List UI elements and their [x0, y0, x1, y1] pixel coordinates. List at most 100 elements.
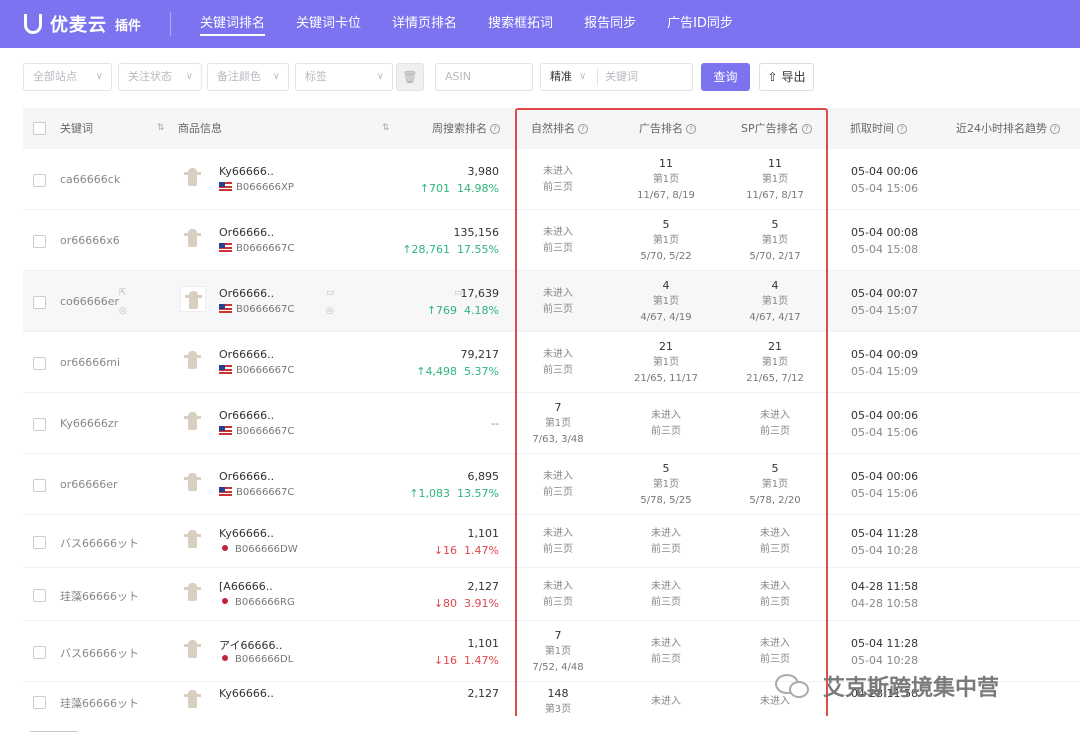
table-row[interactable]: バス66666ット Ky66666.. B066666DW 1,101 ↓16 1.47…	[23, 515, 1080, 568]
product-title[interactable]: Or66666..	[219, 226, 274, 239]
keyword-text[interactable]: ca66666ck	[60, 173, 120, 186]
keyword-text[interactable]: Ky66666zr	[60, 417, 118, 430]
rank-change: ↓16 1.47%	[434, 544, 499, 557]
product-thumbnail[interactable]	[180, 686, 206, 712]
product-asin[interactable]: B0666667C	[219, 426, 294, 437]
row-checkbox[interactable]	[33, 589, 46, 602]
product-thumbnail[interactable]	[180, 347, 206, 373]
rank-change-pct: 13.57%	[457, 487, 499, 500]
product-thumbnail[interactable]	[180, 286, 206, 312]
field-divider	[597, 68, 598, 86]
product-asin[interactable]: B066666XP	[219, 182, 294, 193]
table-row[interactable]: or66666x6 Or66666.. B0666667C 135,156 ↑28,76…	[23, 210, 1080, 271]
row-checkbox[interactable]	[33, 696, 46, 709]
product-title[interactable]: Ky66666..	[219, 527, 274, 540]
product-thumbnail[interactable]	[180, 526, 206, 552]
ad-rank-line: 5/78, 5/25	[640, 495, 692, 506]
table-row[interactable]: ca66666ck Ky66666.. B066666XP 3,980 ↑701 14.…	[23, 149, 1080, 210]
nav-keyword-slot[interactable]: 关键词卡位	[296, 0, 361, 48]
nav-keyword-rank[interactable]: 关键词排名	[200, 0, 266, 48]
match-type-select[interactable]: 精准	[550, 70, 572, 83]
sort-icon[interactable]: ⇅	[382, 108, 390, 149]
table-row[interactable]: or66666mi Or66666.. B0666667C 79,217 ↑4,498 …	[23, 332, 1080, 393]
app-logo[interactable]: 优麦云 插件	[24, 11, 141, 37]
natural-rank: 未进入 前三页	[518, 347, 598, 379]
keyword-text[interactable]: co66666er	[60, 295, 119, 308]
help-icon[interactable]: ?	[801, 124, 812, 134]
keyword-text[interactable]: 珪藻66666ット	[60, 588, 139, 604]
keyword-input[interactable]: 关键词	[605, 64, 638, 90]
note-icon[interactable]: ▭	[326, 288, 335, 298]
fetch-time-start: 05-04 00:08	[851, 226, 919, 239]
keyword-text[interactable]: バス66666ット	[60, 645, 139, 661]
row-checkbox[interactable]	[33, 536, 46, 549]
nav-report-sync[interactable]: 报告同步	[584, 0, 636, 48]
table-row[interactable]: 珪藻66666ット [A66666.. B066666RG 2,127 ↓80 3.91…	[23, 568, 1080, 621]
table-row[interactable]: co66666er Or66666.. B0666667C ⇱ ◎ ▭ ◎ ▭ 17,639 ↑7…	[23, 271, 1080, 332]
help-icon[interactable]: ?	[490, 124, 500, 134]
product-title[interactable]: アイ66666..	[219, 637, 282, 653]
site-select[interactable]: 全部站点 ∨	[23, 63, 112, 91]
product-thumbnail[interactable]	[180, 164, 206, 190]
product-title[interactable]: Or66666..	[219, 470, 274, 483]
query-button[interactable]: 查询	[701, 63, 750, 91]
product-asin[interactable]: B0666667C	[219, 304, 294, 315]
product-thumbnail[interactable]	[180, 408, 206, 434]
product-thumbnail[interactable]	[180, 636, 206, 662]
product-title[interactable]: [A66666..	[219, 580, 273, 593]
product-title[interactable]: Or66666..	[219, 348, 274, 361]
table-row[interactable]: or66666er Or66666.. B0666667C 6,895 ↑1,083 1…	[23, 454, 1080, 515]
row-checkbox[interactable]	[33, 479, 46, 492]
product-thumbnail[interactable]	[180, 225, 206, 251]
sort-icon[interactable]: ⇅	[157, 108, 165, 149]
help-icon[interactable]: ?	[578, 124, 588, 134]
row-checkbox[interactable]	[33, 174, 46, 187]
nav-ad-id-sync[interactable]: 广告ID同步	[667, 0, 733, 48]
product-asin[interactable]: B0666667C	[219, 487, 294, 498]
product-asin[interactable]: B066666RG	[219, 597, 295, 608]
row-checkbox[interactable]	[33, 357, 46, 370]
footer-mask	[0, 716, 1080, 735]
product-title[interactable]: Or66666..	[219, 409, 274, 422]
help-icon[interactable]: ?	[1050, 124, 1060, 134]
asin-input[interactable]: ASIN	[435, 63, 533, 91]
table-row[interactable]: Ky66666zr Or66666.. B0666667C -- 7 第1页 7/63, 3…	[23, 393, 1080, 454]
eye-icon[interactable]: ◎	[326, 306, 334, 316]
rank-change-pct: 1.47%	[464, 654, 499, 667]
row-checkbox[interactable]	[33, 418, 46, 431]
keyword-text[interactable]: 珪藻66666ット	[60, 695, 139, 711]
row-checkbox[interactable]	[33, 235, 46, 248]
product-thumbnail[interactable]	[180, 579, 206, 605]
note-color-select[interactable]: 备注颜色 ∨	[207, 63, 289, 91]
nav-search-expand[interactable]: 搜索框拓词	[488, 0, 553, 48]
keyword-text[interactable]: or66666er	[60, 478, 118, 491]
product-thumbnail[interactable]	[180, 469, 206, 495]
product-title[interactable]: Ky66666..	[219, 687, 274, 700]
product-title[interactable]: Ky66666..	[219, 165, 274, 178]
product-asin[interactable]: B0666667C	[219, 243, 294, 254]
product-asin[interactable]: B0666667C	[219, 365, 294, 376]
keyword-text[interactable]: バス66666ット	[60, 535, 139, 551]
follow-status-select[interactable]: 关注状态 ∨	[118, 63, 202, 91]
eye-icon[interactable]: ◎	[119, 306, 127, 316]
fetch-time: 05-04 00:06 05-04 15:06	[851, 407, 918, 441]
help-icon[interactable]: ?	[686, 124, 696, 134]
row-checkbox[interactable]	[33, 646, 46, 659]
nav-detail-rank[interactable]: 详情页排名	[392, 0, 457, 48]
ad-rank: 21 第1页 21/65, 11/17	[626, 339, 706, 387]
table-header: 关键词 ⇅ 商品信息 ⇅ 周搜索排名? 自然排名? 广告排名? SP广告排名? …	[23, 108, 1080, 149]
help-icon[interactable]: ?	[897, 124, 907, 134]
tag-select[interactable]: 标签 ∨	[295, 63, 393, 91]
product-title[interactable]: Or66666..	[219, 287, 274, 300]
keyword-text[interactable]: or66666x6	[60, 234, 120, 247]
asin-text: B0666667C	[236, 487, 295, 498]
trash-icon[interactable]: 🗑	[396, 63, 424, 91]
row-checkbox[interactable]	[33, 296, 46, 309]
export-button[interactable]: ⇧ 导出	[759, 63, 814, 91]
keyword-text[interactable]: or66666mi	[60, 356, 120, 369]
weekly-rank: --	[491, 417, 499, 430]
product-asin[interactable]: B066666DL	[219, 654, 293, 665]
share-icon[interactable]: ⇱	[119, 288, 127, 298]
select-all-checkbox[interactable]	[33, 122, 46, 135]
product-asin[interactable]: B066666DW	[219, 544, 298, 555]
